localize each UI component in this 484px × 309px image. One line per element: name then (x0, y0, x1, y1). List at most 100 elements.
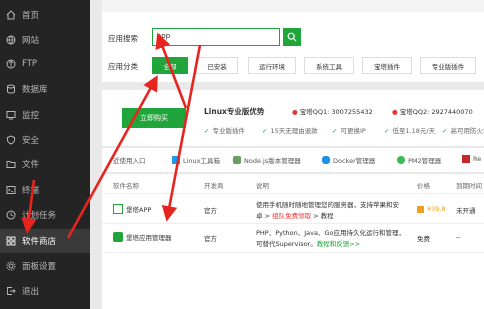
col-header-name: 软件名称 (113, 182, 139, 190)
category-installed[interactable]: 已安装 (196, 57, 238, 74)
tool-label: Linux工具箱 (183, 157, 221, 165)
sidebar-item-store[interactable]: 软件商店 (0, 229, 90, 253)
recent-entry-link[interactable]: 近使用入口 (113, 155, 146, 165)
check-icon: ✓ (262, 127, 268, 135)
search-input[interactable]: app (152, 28, 280, 46)
check-icon: ✓ (204, 127, 210, 135)
app-name: 堡塔应用管理器 (126, 234, 172, 242)
home-icon (6, 10, 16, 20)
sidebar-item-terminal[interactable]: 终端 (0, 178, 90, 202)
sidebar-item-home[interactable]: 首页 (0, 3, 90, 27)
category-pro-plugins[interactable]: 专业版插件 (420, 57, 476, 74)
database-icon (6, 84, 16, 94)
desc-line: 卓 > 组队免费领取 > 教程 (256, 210, 334, 220)
buy-now-button[interactable]: 立即购买 (122, 108, 186, 128)
category-system-tools[interactable]: 系统工具 (304, 57, 354, 74)
category-all[interactable]: 全部 (152, 57, 188, 74)
check-icon: ✓ (384, 127, 390, 135)
sidebar-item-logout[interactable]: 退出 (0, 279, 90, 303)
grid-icon (6, 236, 16, 246)
gear-icon (6, 261, 16, 271)
sidebar-item-website[interactable]: 网站 (0, 28, 90, 52)
promo-feature-text: 15天无理由退款 (270, 127, 318, 135)
qq-icon: ● (292, 108, 298, 116)
bt-app-icon (113, 204, 123, 214)
sidebar-item-label: 网站 (22, 36, 40, 46)
search-icon (287, 32, 297, 42)
sidebar-item-label: 终端 (22, 186, 40, 196)
check-icon: ✓ (332, 127, 338, 135)
expire-cell: 未开通 (456, 207, 476, 215)
team-free-link[interactable]: 组队免费领取 (272, 212, 311, 220)
desc-line: 可替代Supervisor。教程和反馈>> (256, 238, 360, 248)
search-label: 应用搜索 (108, 34, 138, 43)
col-header-price: 价格 (417, 182, 430, 190)
promo-feature-text: 专业版插件 (212, 127, 245, 135)
ftp-icon (6, 59, 16, 69)
promo-feature-text: 低至1.18元/天 (392, 127, 436, 135)
app-name: 堡塔APP (126, 206, 152, 214)
price-value: ¥39.8 (427, 205, 446, 213)
tool-label: Docker管理器 (333, 157, 376, 165)
category-runtime[interactable]: 运行环境 (248, 57, 296, 74)
sidebar-item-label: 文件 (22, 160, 40, 170)
divider (102, 223, 484, 224)
docker-icon (322, 156, 330, 164)
desc-line: PHP、Python、Java、Go应用持久化运行和管理， (256, 229, 406, 237)
promo-qq2[interactable]: ● 宝塔QQ2: 2927440070 (392, 106, 473, 116)
sidebar-item-label: 首页 (22, 11, 40, 21)
sidebar-item-files[interactable]: 文件 (0, 152, 90, 176)
promo-qq1[interactable]: ● 宝塔QQ1: 3007255432 (292, 106, 373, 116)
sidebar-item-security[interactable]: 安全 (0, 128, 90, 152)
sidebar-item-label: 面板设置 (22, 262, 57, 272)
tool-label: PM2管理器 (408, 157, 442, 165)
redis-icon (462, 155, 470, 163)
sidebar-item-database[interactable]: 数据库 (0, 77, 90, 101)
logout-icon (6, 286, 16, 296)
app-name-cell: 堡塔APP (113, 204, 151, 214)
tool-nodejs[interactable]: Node.js版本管理器 (233, 155, 301, 165)
tool-pm2[interactable]: PM2管理器 (397, 155, 441, 165)
qq-icon: ● (392, 108, 398, 116)
sidebar-item-cron[interactable]: 计划任务 (0, 203, 90, 227)
divider (102, 252, 484, 253)
desc-line: 使用手机随时随地管理您的服务器，支持苹果和安 (256, 201, 399, 209)
nodejs-icon (233, 156, 241, 164)
price-cell: 免费 (417, 235, 430, 243)
app-name-cell: 堡塔应用管理器 (113, 232, 172, 242)
desc-text: 卓 > (256, 212, 271, 220)
monitor-icon (6, 110, 16, 120)
top-strip (102, 0, 484, 12)
shield-icon (6, 135, 16, 145)
promo-title: Linux专业版优势 (204, 107, 265, 116)
category-bt-plugins[interactable]: 宝塔插件 (362, 57, 412, 74)
promo-feature: ✓ 15天无理由退款 (262, 125, 318, 135)
sidebar-item-monitor[interactable]: 监控 (0, 103, 90, 127)
app-manager-icon (113, 232, 123, 242)
tool-label: Node.js版本管理器 (244, 157, 301, 165)
divider (102, 193, 484, 194)
price-tag-icon (417, 205, 424, 213)
tool-docker[interactable]: Docker管理器 (322, 155, 375, 165)
sidebar-item-ftp[interactable]: FTP (0, 52, 90, 76)
tool-redis[interactable]: Re (462, 155, 481, 163)
folder-icon (6, 159, 16, 169)
sidebar-item-settings[interactable]: 面板设置 (0, 254, 90, 278)
promo-feature: ✓ 专业版插件 (204, 125, 245, 135)
vendor-cell: 官方 (204, 235, 217, 243)
sidebar-item-label: 计划任务 (22, 211, 57, 221)
qq2-text: 宝塔QQ2: 2927440070 (399, 108, 473, 116)
globe-icon (6, 35, 16, 45)
col-header-vendor: 开发商 (204, 182, 224, 190)
tool-linux-toolbox[interactable]: Linux工具箱 (172, 155, 220, 165)
tutorial-link[interactable]: > 教程 (313, 212, 334, 220)
terminal-icon (6, 185, 16, 195)
tutorial-feedback-link[interactable]: 教程和反馈>> (317, 240, 360, 248)
search-button[interactable] (283, 28, 301, 46)
promo-feature-text: 可更换IP (340, 127, 366, 135)
toolbox-icon (172, 156, 180, 164)
sidebar-item-label: 退出 (22, 287, 40, 297)
col-header-desc: 说明 (256, 182, 269, 190)
clock-icon (6, 210, 16, 220)
price-cell: ¥39.8 (417, 205, 446, 213)
